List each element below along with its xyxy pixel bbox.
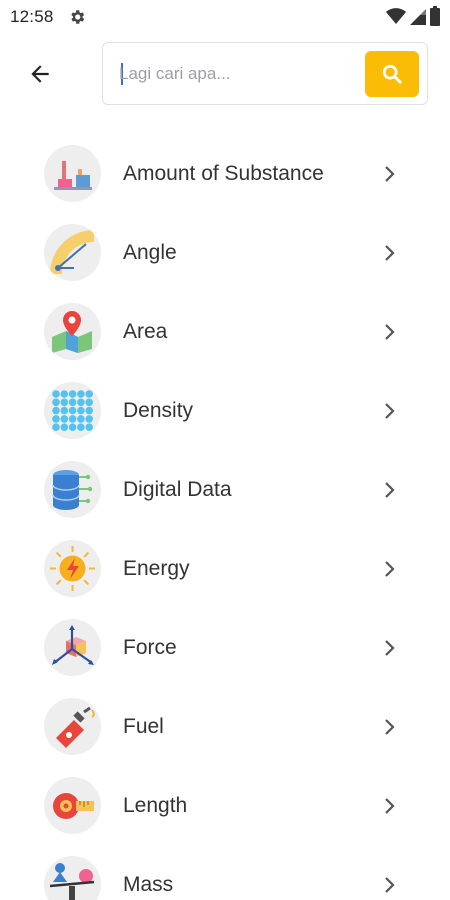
density-dot	[60, 398, 69, 407]
list-item-area[interactable]: Area	[0, 292, 450, 371]
density-dot	[85, 423, 93, 431]
item-label: Angle	[123, 241, 177, 264]
settings-gear-icon	[70, 10, 84, 24]
density-dot	[68, 406, 77, 415]
arrow-left-icon	[31, 65, 49, 83]
length-icon	[44, 777, 101, 834]
chevron-right-icon	[385, 403, 395, 419]
chevron-right-icon	[385, 719, 395, 735]
density-dot	[85, 390, 93, 398]
category-list: Amount of Substance Angle Area Density D…	[0, 134, 450, 900]
density-dot	[77, 423, 85, 431]
chevron-right-icon	[385, 245, 395, 261]
item-label: Fuel	[123, 715, 164, 738]
item-label: Energy	[123, 557, 190, 580]
density-dot	[68, 398, 77, 407]
wifi-icon	[386, 8, 406, 24]
list-item-density[interactable]: Density	[0, 371, 450, 450]
status-time: 12:58	[10, 7, 54, 26]
top-bar	[0, 42, 450, 106]
status-icons	[386, 6, 440, 26]
density-dot	[52, 423, 60, 431]
list-item-digital-data[interactable]: Digital Data	[0, 450, 450, 529]
chevron-right-icon	[385, 798, 395, 814]
list-item-mass[interactable]: Mass	[0, 845, 450, 900]
item-label: Force	[123, 636, 177, 659]
list-item-force[interactable]: Force	[0, 608, 450, 687]
chevron-right-icon	[385, 482, 395, 498]
signal-icon	[410, 9, 426, 25]
list-item-angle[interactable]: Angle	[0, 213, 450, 292]
density-dot	[77, 398, 85, 407]
list-item-energy[interactable]: Energy	[0, 529, 450, 608]
density-dot	[52, 398, 60, 407]
item-label: Amount of Substance	[123, 162, 324, 185]
density-dot	[85, 406, 93, 415]
density-dot	[52, 415, 60, 423]
chevron-right-icon	[385, 640, 395, 656]
density-icon	[44, 382, 101, 439]
mass-icon	[44, 856, 101, 900]
angle-icon	[44, 224, 101, 281]
density-dot	[85, 398, 93, 407]
area-icon	[44, 303, 101, 360]
chevron-right-icon	[385, 166, 395, 182]
search-input[interactable]	[119, 62, 359, 86]
search-icon	[382, 64, 402, 84]
density-dot	[77, 415, 85, 423]
density-dot	[68, 423, 77, 431]
density-dot	[77, 406, 85, 415]
chevron-right-icon	[385, 561, 395, 577]
list-item-length[interactable]: Length	[0, 766, 450, 845]
list-item-fuel[interactable]: Fuel	[0, 687, 450, 766]
digital-data-icon	[44, 461, 101, 518]
item-label: Mass	[123, 873, 174, 896]
item-label: Area	[123, 320, 168, 343]
search-box	[102, 42, 428, 105]
battery-icon	[430, 6, 440, 26]
energy-icon	[44, 540, 101, 597]
density-dot	[60, 415, 69, 423]
fuel-icon	[44, 698, 101, 755]
density-dot	[52, 406, 60, 415]
density-dot	[77, 390, 85, 398]
chevron-right-icon	[385, 877, 395, 893]
search-button[interactable]	[365, 51, 419, 97]
density-dot	[60, 406, 69, 415]
density-dot	[85, 415, 93, 423]
status-bar: 12:58	[0, 0, 450, 34]
back-button[interactable]	[22, 56, 58, 92]
amount-of-substance-icon	[44, 145, 101, 202]
density-dot	[68, 390, 77, 398]
density-dot	[60, 390, 69, 398]
density-dot	[68, 415, 77, 423]
density-dot	[60, 423, 69, 431]
item-label: Density	[123, 399, 194, 422]
force-icon	[44, 619, 101, 676]
item-label: Length	[123, 794, 188, 817]
list-item-amount-of-substance[interactable]: Amount of Substance	[0, 134, 450, 213]
chevron-right-icon	[385, 324, 395, 340]
item-label: Digital Data	[123, 478, 232, 501]
density-dot	[52, 390, 60, 398]
